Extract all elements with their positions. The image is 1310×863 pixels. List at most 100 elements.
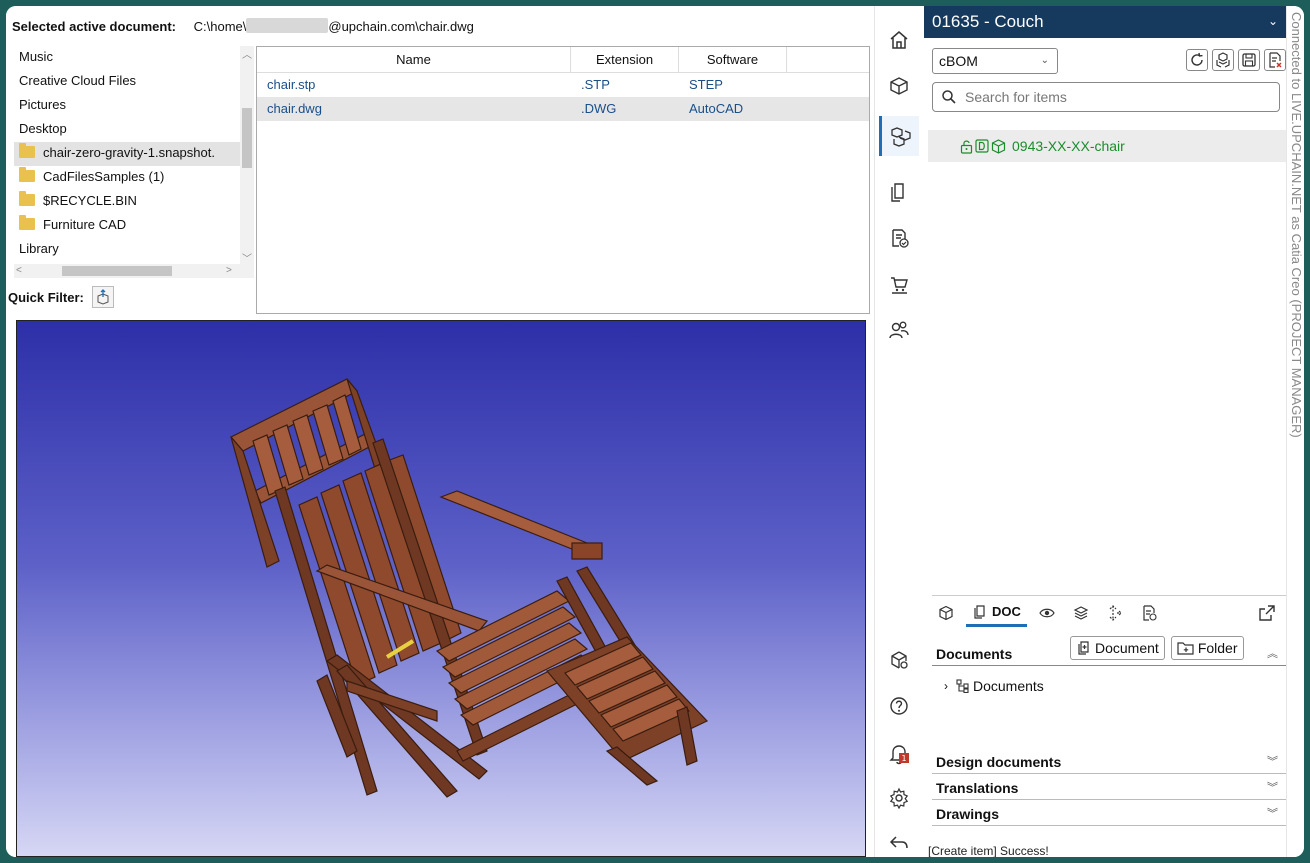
project-header[interactable]: 01635 - Couch ⌄: [924, 6, 1286, 38]
tab-relations[interactable]: [1101, 599, 1129, 627]
expand-icon[interactable]: ︾: [1267, 776, 1278, 800]
home-icon[interactable]: [885, 26, 913, 54]
cart-icon[interactable]: [885, 270, 913, 298]
expand-icon[interactable]: ︾: [1267, 750, 1278, 774]
folder-tree-item[interactable]: Desktop: [14, 118, 254, 142]
quick-filter-label: Quick Filter:: [8, 289, 84, 305]
scroll-right-icon[interactable]: >: [226, 264, 232, 278]
remove-document-icon: [1269, 52, 1282, 68]
upchain-panel: 01635 - Couch ⌄ cBOM ⌄ Search for items …: [924, 6, 1304, 857]
approval-document-icon[interactable]: [885, 224, 913, 252]
save-button[interactable]: [1238, 49, 1260, 71]
table-row-selected[interactable]: chair.dwg .DWG AutoCAD: [257, 97, 869, 121]
documents-icon[interactable]: [885, 178, 913, 206]
folder-tree-item[interactable]: Pictures: [14, 94, 254, 118]
folder-tree-horizontal-scrollbar[interactable]: < >: [14, 264, 254, 278]
users-icon[interactable]: [885, 316, 913, 344]
hierarchy-icon: [956, 679, 969, 693]
tab-layers[interactable]: [1067, 599, 1095, 627]
column-header-software[interactable]: Software: [679, 47, 787, 72]
active-document-path: C:\home\ @upchain.com\chair.dwg: [193, 18, 474, 34]
drawings-section[interactable]: Drawings ︾: [932, 802, 1286, 826]
bom-item-label: 0943-XX-XX-chair: [1012, 138, 1125, 154]
scroll-down-icon[interactable]: ﹀: [240, 250, 254, 265]
settings-gear-icon[interactable]: [885, 784, 913, 812]
scrollbar-thumb[interactable]: [62, 266, 172, 276]
help-icon[interactable]: [885, 692, 913, 720]
add-folder-icon: [1177, 642, 1194, 655]
notifications-icon[interactable]: 1: [885, 740, 913, 768]
quick-filter-button[interactable]: [91, 286, 114, 308]
documents-tree-node[interactable]: › Documents: [944, 678, 1044, 694]
connection-status-text: Connected to LIVE.UPCHAIN.NET as Catia C…: [1289, 12, 1304, 438]
scroll-up-icon[interactable]: ︿: [240, 46, 254, 61]
cell-name: chair.stp: [267, 77, 316, 92]
add-folder-button[interactable]: Folder: [1170, 636, 1244, 660]
3d-model-viewer[interactable]: [16, 320, 866, 857]
item-search[interactable]: [932, 82, 1280, 112]
documents-icon: [974, 604, 985, 619]
project-title: 01635 - Couch: [932, 12, 1044, 31]
status-message: [Create item] Success!: [928, 844, 1049, 857]
tab-model[interactable]: [932, 599, 960, 627]
cube-icon[interactable]: [885, 72, 913, 100]
remove-document-button[interactable]: [1264, 49, 1286, 71]
column-header-extension[interactable]: Extension: [571, 47, 679, 72]
scroll-left-icon[interactable]: <: [16, 264, 22, 278]
folder-icon: [19, 191, 35, 206]
folder-tree: Music Creative Cloud Files Pictures Desk…: [14, 46, 254, 306]
sign-out-icon[interactable]: [885, 828, 913, 856]
add-document-button[interactable]: Document: [1070, 636, 1165, 660]
bom-view-select[interactable]: cBOM ⌄: [932, 48, 1058, 74]
scrollbar-thumb[interactable]: [242, 108, 252, 168]
translations-section[interactable]: Translations ︾: [932, 776, 1286, 800]
panel-divider: [932, 595, 1286, 596]
chevron-down-icon: ⌄: [1040, 55, 1049, 66]
design-documents-section[interactable]: Design documents ︾: [932, 750, 1286, 774]
sync-parts-button[interactable]: [1212, 49, 1234, 71]
folder-tree-vertical-scrollbar[interactable]: ︿ ﹀: [240, 46, 254, 265]
folder-tree-item[interactable]: Furniture CAD: [14, 214, 254, 238]
chevron-down-icon[interactable]: ⌄: [1268, 6, 1278, 37]
folder-icon: [19, 143, 35, 158]
document-actions: Document Folder: [1070, 636, 1250, 660]
cell-extension: .DWG: [581, 101, 617, 116]
search-input[interactable]: [965, 89, 1265, 105]
chair-model-render: [230, 378, 709, 798]
add-document-icon: [1078, 641, 1089, 655]
expand-icon[interactable]: ︾: [1267, 802, 1278, 826]
search-icon: [942, 90, 956, 104]
folder-tree-item[interactable]: Creative Cloud Files: [14, 70, 254, 94]
relations-icon: [1109, 605, 1122, 621]
documents-node-label: Documents: [973, 678, 1044, 694]
folder-icon: [19, 167, 35, 182]
layers-icon: [1073, 606, 1089, 620]
external-link-icon: [1259, 605, 1275, 621]
active-document-header: Selected active document: C:\home\ @upcha…: [6, 6, 874, 46]
bom-tree-item[interactable]: 0943-XX-XX-chair: [928, 130, 1286, 162]
cube-settings-icon[interactable]: [885, 646, 913, 674]
folder-tree-item[interactable]: $RECYCLE.BIN: [14, 190, 254, 214]
column-header-name[interactable]: Name: [257, 47, 571, 72]
folder-tree-item-selected[interactable]: chair-zero-gravity-1.snapshot.: [14, 142, 254, 166]
table-row[interactable]: chair.stp .STP STEP: [257, 73, 869, 97]
tab-doc[interactable]: DOC: [966, 599, 1027, 627]
tab-approvals[interactable]: [1135, 599, 1163, 627]
tab-doc-label: DOC: [992, 604, 1021, 619]
quick-filter: Quick Filter:: [8, 286, 114, 308]
approval-document-icon: [1143, 605, 1157, 621]
cell-extension: .STP: [581, 77, 610, 92]
folder-tree-item[interactable]: Music: [14, 46, 254, 70]
table-header: Name Extension Software: [257, 47, 869, 73]
folder-icon: [19, 215, 35, 230]
assembly-icon[interactable]: [879, 116, 919, 156]
save-icon: [1242, 53, 1256, 67]
folder-tree-item[interactable]: CadFilesSamples (1): [14, 166, 254, 190]
collapse-icon[interactable]: ︽: [1267, 642, 1278, 666]
refresh-icon: [1191, 52, 1203, 66]
refresh-button[interactable]: [1186, 49, 1208, 71]
tab-visibility[interactable]: [1033, 599, 1061, 627]
popout-button[interactable]: [1258, 604, 1276, 625]
folder-tree-item[interactable]: Library: [14, 238, 254, 262]
chevron-right-icon[interactable]: ›: [944, 679, 948, 693]
